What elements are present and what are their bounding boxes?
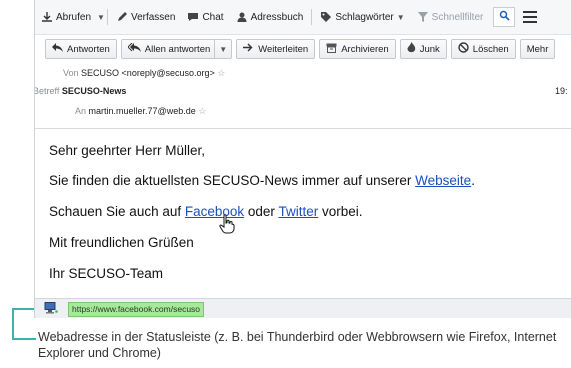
archivieren-button[interactable]: Archivieren bbox=[319, 39, 396, 59]
star-icon[interactable]: ☆ bbox=[198, 106, 206, 116]
greeting-line: Sehr geehrter Herr Müller, bbox=[49, 143, 206, 158]
junk-label: Junk bbox=[419, 43, 440, 55]
archive-box-icon bbox=[326, 43, 337, 56]
weiterleiten-button[interactable]: Weiterleiten bbox=[236, 39, 316, 59]
antworten-label: Antworten bbox=[67, 43, 110, 55]
subject-line: Betreff SECUSO-News bbox=[34, 86, 127, 96]
main-toolbar: Abrufen ▼ Verfassen Chat Adressbuch Schl… bbox=[35, 0, 571, 35]
chat-bubble-icon bbox=[187, 11, 199, 23]
social-line-text: Schauen Sie auch auf bbox=[49, 204, 185, 219]
schlagwoerter-button[interactable]: Schlagwörter ▼ bbox=[314, 6, 410, 28]
to-line: An martin.mueller.77@web.de ☆ bbox=[75, 106, 206, 117]
schlagwoerter-label: Schlagwörter bbox=[335, 11, 394, 23]
twitter-link[interactable]: Twitter bbox=[278, 204, 318, 219]
junk-button[interactable]: Junk bbox=[399, 39, 447, 59]
header-divider bbox=[35, 128, 571, 129]
social-line-end: vorbei. bbox=[318, 204, 363, 219]
message-actions: Antworten Allen antworten ▼ Weiterleiten… bbox=[35, 38, 571, 60]
allen-antworten-dropdown-icon[interactable]: ▼ bbox=[214, 40, 231, 58]
search-icon bbox=[499, 10, 510, 24]
chat-label: Chat bbox=[202, 11, 224, 23]
from-line: Von SECUSO <noreply@secuso.org> ☆ bbox=[63, 68, 225, 79]
website-line-text: Sie finden die aktuellsten SECUSO-News i… bbox=[49, 173, 416, 188]
abrufen-label: Abrufen bbox=[56, 11, 92, 23]
adressbuch-button[interactable]: Adressbuch bbox=[230, 6, 310, 28]
archivieren-label: Archivieren bbox=[341, 43, 389, 55]
website-line-end: . bbox=[471, 173, 475, 188]
mehr-button[interactable]: Mehr bbox=[519, 39, 556, 59]
allen-antworten-label: Allen antworten bbox=[144, 43, 211, 55]
closing-line: Mit freundlichen Grüßen bbox=[49, 235, 194, 250]
verfassen-label: Verfassen bbox=[130, 11, 176, 23]
antworten-button[interactable]: Antworten bbox=[45, 39, 117, 59]
signature-line: Ihr SECUSO-Team bbox=[49, 266, 164, 281]
reply-all-icon bbox=[127, 42, 141, 55]
loeschen-label: Löschen bbox=[472, 43, 509, 55]
schlagwoerter-dropdown-icon: ▼ bbox=[396, 12, 405, 22]
contact-person-icon bbox=[236, 11, 248, 23]
verfassen-button[interactable]: Verfassen bbox=[110, 6, 181, 28]
from-label: Von bbox=[63, 68, 79, 78]
adressbuch-label: Adressbuch bbox=[250, 11, 304, 23]
delete-circle-icon bbox=[458, 42, 469, 56]
allen-antworten-button[interactable]: Allen antworten ▼ bbox=[120, 39, 233, 59]
search-field[interactable] bbox=[493, 7, 516, 27]
subject-label: Betreff bbox=[34, 86, 60, 96]
schnellfilter-label: Schnellfilter bbox=[431, 11, 484, 23]
filter-funnel-icon bbox=[417, 11, 429, 23]
website-line: Sie finden die aktuellsten SECUSO-News i… bbox=[49, 173, 475, 188]
loeschen-button[interactable]: Löschen bbox=[450, 39, 516, 59]
social-line-mid: oder bbox=[244, 204, 279, 219]
pencil-icon bbox=[116, 11, 128, 23]
to-label: An bbox=[75, 106, 87, 116]
weiterleiten-label: Weiterleiten bbox=[258, 43, 309, 55]
toolbar-separator bbox=[106, 9, 108, 25]
forward-arrow-icon bbox=[243, 43, 254, 55]
social-line: Schauen Sie auch auf Facebook oder Twitt… bbox=[49, 204, 362, 219]
hamburger-menu-icon[interactable] bbox=[523, 11, 538, 23]
hand-cursor-icon bbox=[219, 214, 235, 234]
webseite-link[interactable]: Webseite bbox=[415, 173, 471, 188]
callout-bracket bbox=[12, 310, 36, 340]
facebook-link[interactable]: Facebook bbox=[185, 204, 244, 219]
chat-button[interactable]: Chat bbox=[181, 6, 229, 28]
abrufen-button[interactable]: Abrufen bbox=[35, 6, 97, 28]
status-url: https://www.facebook.com/secuso bbox=[68, 302, 205, 317]
tag-icon bbox=[320, 11, 332, 23]
caption-text: Webadresse in der Statusleiste (z. B. be… bbox=[38, 330, 557, 360]
subject-value: SECUSO-News bbox=[61, 86, 127, 96]
reply-arrow-icon bbox=[52, 43, 63, 55]
junk-flame-icon bbox=[407, 42, 416, 56]
schnellfilter-button[interactable]: Schnellfilter bbox=[411, 6, 490, 28]
message-time: 19: bbox=[555, 86, 568, 96]
toolbar-separator bbox=[311, 9, 313, 25]
online-computer-icon bbox=[44, 302, 58, 314]
abrufen-dropdown-icon[interactable]: ▼ bbox=[97, 13, 105, 22]
status-bar: https://www.facebook.com/secuso bbox=[35, 298, 571, 318]
mehr-label: Mehr bbox=[526, 43, 549, 55]
from-value[interactable]: SECUSO <noreply@secuso.org> bbox=[81, 68, 215, 78]
to-value[interactable]: martin.mueller.77@web.de bbox=[89, 106, 196, 116]
download-icon bbox=[41, 11, 53, 23]
star-icon[interactable]: ☆ bbox=[217, 68, 225, 78]
mail-window: Abrufen ▼ Verfassen Chat Adressbuch Schl… bbox=[34, 0, 571, 318]
